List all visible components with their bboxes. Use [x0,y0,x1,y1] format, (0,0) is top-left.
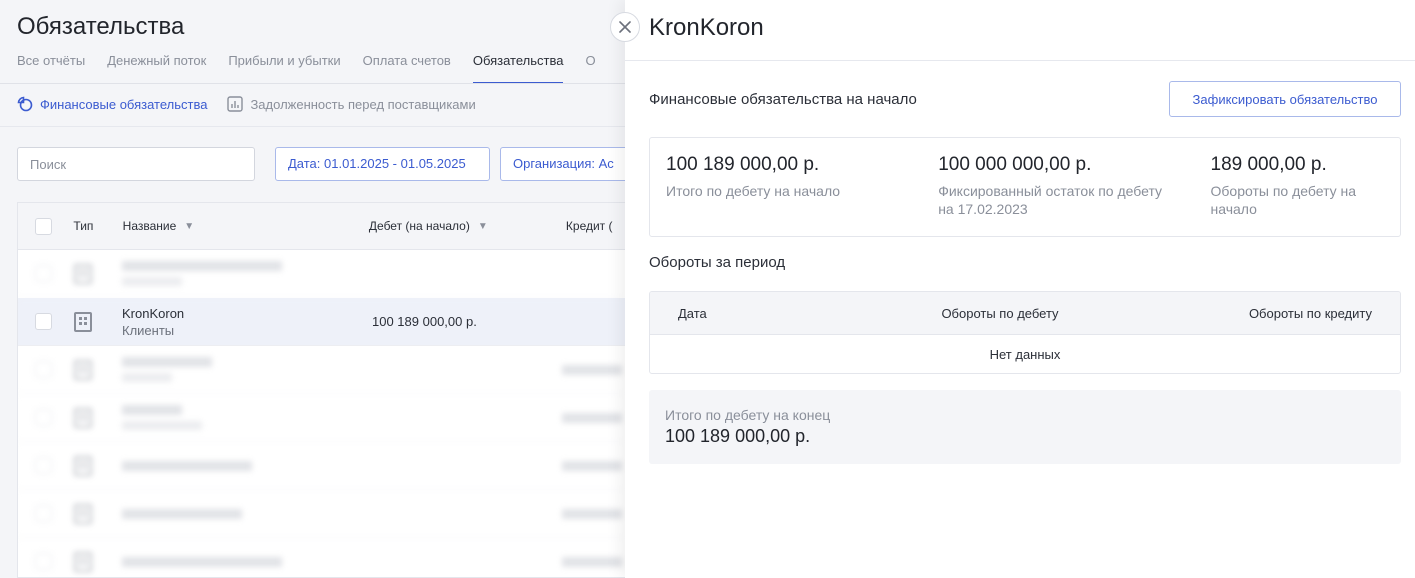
blurred-name [122,508,372,519]
summary-amount: 189 000,00 р. [1210,154,1327,175]
page-title: Обязательства [17,13,185,40]
chevron-down-icon: ▼ [184,220,195,232]
summary-amount: 100 000 000,00 р. [938,154,1092,175]
tab-bill-payment[interactable]: Оплата счетов [363,52,451,84]
table-row[interactable] [18,394,625,442]
table-row[interactable] [18,490,625,538]
tabs-divider [0,83,625,84]
summary-debit-turnover: 189 000,00 р. Обороты по дебету на начал… [1211,154,1384,236]
subtab-supplier-debt[interactable]: Задолженность перед поставщиками [227,96,476,112]
column-type: Тип [73,219,94,233]
table-row[interactable] [18,538,625,577]
tab-profit-loss[interactable]: Прибыли и убытки [228,52,340,84]
summary-card: 100 189 000,00 р. Итого по дебету на нач… [649,137,1401,237]
table-row[interactable] [18,442,625,490]
row-debit: 100 189 000,00 р. [372,314,477,329]
section-period-title: Обороты за период [649,254,786,271]
row-checkbox[interactable] [35,457,52,474]
totals-card: Итого по дебету на конец 100 189 000,00 … [649,390,1401,464]
search-input[interactable] [17,147,255,181]
subtabs-divider [0,126,625,127]
row-checkbox[interactable] [35,505,52,522]
building-icon [74,407,92,428]
blurred-name [122,460,372,471]
blurred-value [562,556,622,567]
totals-label: Итого по дебету на конец [665,407,831,423]
totals-amount: 100 189 000,00 р. [665,426,811,446]
row-type: Клиенты [122,322,175,338]
empty-state-text: Нет данных [989,346,1061,362]
blurred-name [122,357,372,382]
summary-label: Итого по дебету на начало [666,183,841,199]
row-checkbox[interactable] [35,313,52,330]
building-icon [74,503,92,524]
date-filter-button[interactable]: Дата: 01.01.2025 - 01.05.2025 [275,147,490,181]
bar-chart-icon [227,96,244,112]
column-debit-turnover: Обороты по дебету [941,305,1059,321]
row-checkbox[interactable] [35,361,52,378]
panel-title: KronKoron [649,14,764,41]
column-credit-turnover: Обороты по кредиту [1248,305,1372,321]
panel-divider [625,60,1415,61]
blurred-value [562,460,622,471]
detail-panel: KronKoron Финансовые обязательства на на… [625,0,1415,578]
table-row[interactable] [18,346,625,394]
chevron-down-icon: ▼ [477,220,488,232]
report-tabs: Все отчёты Денежный поток Прибыли и убыт… [17,52,618,84]
table-row[interactable] [18,250,625,298]
close-icon[interactable] [610,12,640,42]
column-debit[interactable]: Дебет (на начало) ▼ [369,219,566,233]
summary-label: Обороты по дебету на начало [1210,183,1357,217]
person-icon [74,551,92,572]
building-icon [74,359,92,380]
tab-obligations[interactable]: Обязательства [472,52,564,84]
select-all-checkbox[interactable] [35,217,52,235]
table-row-selected[interactable]: KronKoron Клиенты 100 189 000,00 р. [18,298,625,346]
row-name: KronKoron [122,305,185,321]
summary-total-debit: 100 189 000,00 р. Итого по дебету на нач… [666,154,938,236]
period-table-header: Дата Обороты по дебету Обороты по кредит… [650,292,1400,335]
subtab-label: Задолженность перед поставщиками [250,96,476,112]
blurred-value [562,508,622,519]
row-checkbox[interactable] [35,553,52,570]
summary-fixed-balance: 100 000 000,00 р. Фиксированный остаток … [938,154,1210,236]
column-label: Дебет (на начало) [368,219,470,233]
column-label: Название [122,219,177,233]
fix-obligation-button[interactable]: Зафиксировать обязательство [1169,81,1401,117]
building-icon [74,455,92,476]
subtabs: Финансовые обязательства Задолженность п… [17,96,496,112]
chart-pie-icon [17,96,33,112]
summary-amount: 100 189 000,00 р. [666,154,820,175]
subtab-financial-obligations[interactable]: Финансовые обязательства [17,96,207,112]
row-checkbox[interactable] [35,265,52,282]
period-table: Дата Обороты по дебету Обороты по кредит… [649,291,1401,374]
tab-all-reports[interactable]: Все отчёты [17,52,85,84]
blurred-name [122,405,372,430]
column-credit[interactable]: Кредит ( [566,219,625,233]
tab-truncated[interactable]: О [585,52,595,84]
building-icon [74,311,92,332]
column-name[interactable]: Название ▼ [123,219,369,233]
obligations-table: Тип Название ▼ Дебет (на начало) ▼ Креди… [17,202,625,578]
blurred-value [562,364,622,375]
building-icon [74,263,92,284]
section-start-title: Финансовые обязательства на начало [649,91,917,108]
tab-cash-flow[interactable]: Денежный поток [107,52,206,84]
blurred-value [562,412,622,423]
subtab-label: Финансовые обязательства [40,96,208,112]
summary-label: Фиксированный остаток по дебету на 17.02… [938,183,1163,217]
column-date: Дата [678,305,707,321]
row-checkbox[interactable] [35,409,52,426]
table-header: Тип Название ▼ Дебет (на начало) ▼ Креди… [18,203,625,250]
blurred-name [122,261,372,286]
blurred-name [122,556,372,567]
